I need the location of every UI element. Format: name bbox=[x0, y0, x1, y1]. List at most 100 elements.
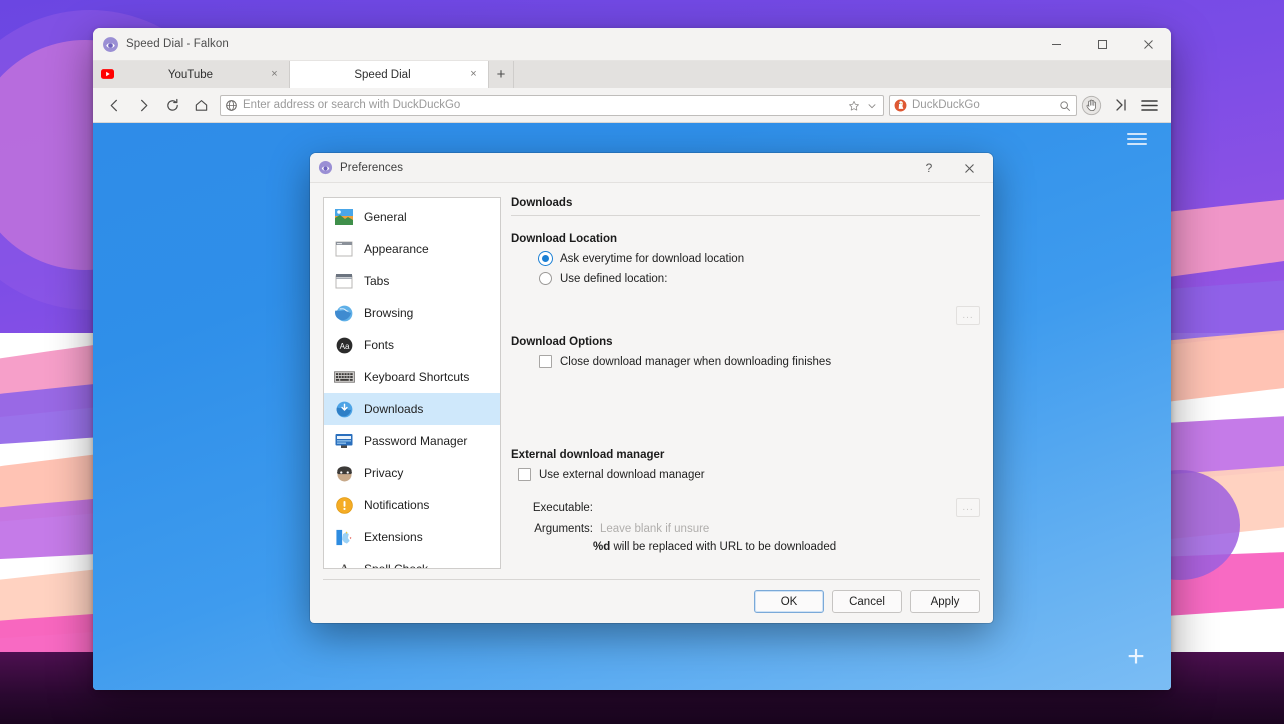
panel-heading: Downloads bbox=[511, 197, 980, 216]
cancel-button[interactable]: Cancel bbox=[832, 590, 902, 613]
sidebar-item-label: Extensions bbox=[364, 530, 423, 544]
spellcheck-a-icon: A bbox=[333, 559, 355, 569]
ask-everytime-label: Ask everytime for download location bbox=[560, 252, 745, 265]
sidebar-item-label: Browsing bbox=[364, 306, 414, 320]
sidebar-item-password-manager[interactable]: Password Manager bbox=[324, 425, 500, 457]
use-defined-location-label: Use defined location: bbox=[560, 272, 668, 285]
executable-label: Executable: bbox=[532, 501, 593, 514]
sidebar-item-spell-check[interactable]: A Spell Check bbox=[324, 553, 500, 569]
close-download-manager-row[interactable]: Close download manager when downloading … bbox=[539, 355, 980, 368]
sidebar-item-privacy[interactable]: Privacy bbox=[324, 457, 500, 489]
navigation-toolbar: Enter address or search with DuckDuckGo bbox=[93, 88, 1171, 123]
close-icon[interactable] bbox=[949, 153, 989, 183]
general-icon bbox=[333, 207, 355, 227]
password-manager-icon bbox=[333, 431, 355, 451]
sidebar-item-label: Fonts bbox=[364, 338, 395, 352]
close-icon[interactable] bbox=[1125, 28, 1171, 61]
tab-title: Speed Dial bbox=[354, 68, 411, 81]
search-icon[interactable] bbox=[1059, 99, 1072, 112]
tab-speed-dial[interactable]: Speed Dial × bbox=[290, 61, 489, 88]
download-path-browse-button[interactable]: ... bbox=[956, 306, 980, 325]
use-external-download-manager-label: Use external download manager bbox=[539, 468, 705, 481]
speeddial-settings-icon[interactable] bbox=[1127, 128, 1149, 150]
maximize-icon[interactable] bbox=[1079, 28, 1125, 61]
arguments-note-token: %d bbox=[593, 541, 611, 553]
preferences-sidebar[interactable]: General Appearance Tabs Browsing Aa Font… bbox=[323, 197, 501, 569]
forward-icon[interactable] bbox=[129, 92, 158, 119]
preferences-footer: OK Cancel Apply bbox=[323, 579, 980, 623]
duckduckgo-icon[interactable] bbox=[894, 99, 907, 112]
browser-titlebar[interactable]: Speed Dial - Falkon bbox=[93, 28, 1171, 61]
external-download-manager-title: External download manager bbox=[511, 449, 665, 461]
arguments-row: Arguments: Leave blank if unsure bbox=[531, 523, 980, 535]
sidebar-item-appearance[interactable]: Appearance bbox=[324, 233, 500, 265]
arguments-note: %d will be replaced with URL to be downl… bbox=[593, 541, 980, 553]
preferences-dialog: Preferences ? General Appearance Tabs Br… bbox=[310, 153, 993, 623]
chevron-down-icon[interactable] bbox=[866, 99, 879, 112]
reload-icon[interactable] bbox=[158, 92, 187, 119]
svg-text:Aa: Aa bbox=[339, 341, 349, 350]
sidebar-item-label: Tabs bbox=[364, 274, 390, 288]
ask-everytime-row[interactable]: Ask everytime for download location bbox=[539, 252, 980, 265]
use-external-download-manager-row[interactable]: Use external download manager bbox=[518, 468, 980, 481]
speeddial-add-button[interactable]: + bbox=[1123, 642, 1149, 672]
use-defined-location-radio[interactable] bbox=[539, 272, 552, 285]
fonts-aa-icon: Aa bbox=[333, 335, 355, 355]
sidebar-item-downloads[interactable]: Downloads bbox=[324, 393, 500, 425]
tab-youtube[interactable]: YouTube × bbox=[93, 61, 290, 88]
youtube-icon bbox=[101, 68, 114, 81]
preferences-title: Preferences bbox=[340, 161, 404, 174]
downloads-settings-panel: Downloads Download Location Ask everytim… bbox=[511, 197, 980, 569]
use-defined-location-row[interactable]: Use defined location: bbox=[539, 272, 980, 285]
sidebar-item-fonts[interactable]: Aa Fonts bbox=[324, 329, 500, 361]
panel-spacer bbox=[511, 375, 980, 449]
browser-window-controls bbox=[1033, 28, 1171, 61]
minimize-icon[interactable] bbox=[1033, 28, 1079, 61]
close-download-manager-checkbox[interactable] bbox=[539, 355, 552, 368]
tab-close-icon[interactable]: × bbox=[268, 68, 281, 81]
sidebar-item-label: Downloads bbox=[364, 402, 424, 416]
new-tab-button[interactable]: + bbox=[489, 61, 514, 88]
toolbar-overflow-icon[interactable] bbox=[1106, 92, 1135, 119]
search-bar[interactable]: DuckDuckGo bbox=[889, 94, 1077, 116]
address-bar-input[interactable]: Enter address or search with DuckDuckGo bbox=[243, 99, 843, 111]
sidebar-item-browsing[interactable]: Browsing bbox=[324, 297, 500, 329]
close-download-manager-label: Close download manager when downloading … bbox=[560, 355, 832, 368]
browsing-globe-icon bbox=[333, 303, 355, 323]
help-button[interactable]: ? bbox=[909, 153, 949, 183]
downloads-icon bbox=[333, 399, 355, 419]
sidebar-item-keyboard-shortcuts[interactable]: Keyboard Shortcuts bbox=[324, 361, 500, 393]
desktop-wallpaper: Speed Dial - Falkon YouTube × Speed Dial… bbox=[0, 0, 1284, 724]
sidebar-item-extensions[interactable]: Extensions bbox=[324, 521, 500, 553]
back-icon[interactable] bbox=[100, 92, 129, 119]
ok-button[interactable]: OK bbox=[754, 590, 824, 613]
arguments-input[interactable]: Leave blank if unsure bbox=[600, 523, 980, 535]
preferences-titlebar[interactable]: Preferences ? bbox=[310, 153, 993, 183]
search-input[interactable]: DuckDuckGo bbox=[912, 99, 1054, 111]
svg-text:A: A bbox=[338, 562, 350, 569]
executable-browse-button[interactable]: ... bbox=[956, 498, 980, 517]
browser-window: Speed Dial - Falkon YouTube × Speed Dial… bbox=[93, 28, 1171, 690]
ask-everytime-radio[interactable] bbox=[539, 252, 552, 265]
sidebar-item-general[interactable]: General bbox=[324, 201, 500, 233]
star-icon[interactable] bbox=[848, 99, 861, 112]
adblock-hand-icon[interactable] bbox=[1077, 92, 1106, 119]
browser-window-title: Speed Dial - Falkon bbox=[126, 38, 229, 50]
globe-icon bbox=[225, 99, 238, 112]
apply-button[interactable]: Apply bbox=[910, 590, 980, 613]
keyboard-icon bbox=[333, 367, 355, 387]
notifications-icon bbox=[333, 495, 355, 515]
appearance-icon bbox=[333, 239, 355, 259]
tab-close-icon[interactable]: × bbox=[467, 68, 480, 81]
sidebar-item-label: Keyboard Shortcuts bbox=[364, 370, 470, 384]
tabstrip-filler bbox=[514, 61, 1171, 88]
address-bar[interactable]: Enter address or search with DuckDuckGo bbox=[220, 94, 884, 116]
home-icon[interactable] bbox=[187, 92, 216, 119]
sidebar-item-label: Spell Check bbox=[364, 562, 429, 569]
sidebar-item-tabs[interactable]: Tabs bbox=[324, 265, 500, 297]
preferences-window-controls: ? bbox=[909, 153, 989, 183]
use-external-download-manager-checkbox[interactable] bbox=[518, 468, 531, 481]
sidebar-item-notifications[interactable]: Notifications bbox=[324, 489, 500, 521]
hamburger-menu-icon[interactable] bbox=[1135, 92, 1164, 119]
privacy-mask-icon bbox=[333, 463, 355, 483]
